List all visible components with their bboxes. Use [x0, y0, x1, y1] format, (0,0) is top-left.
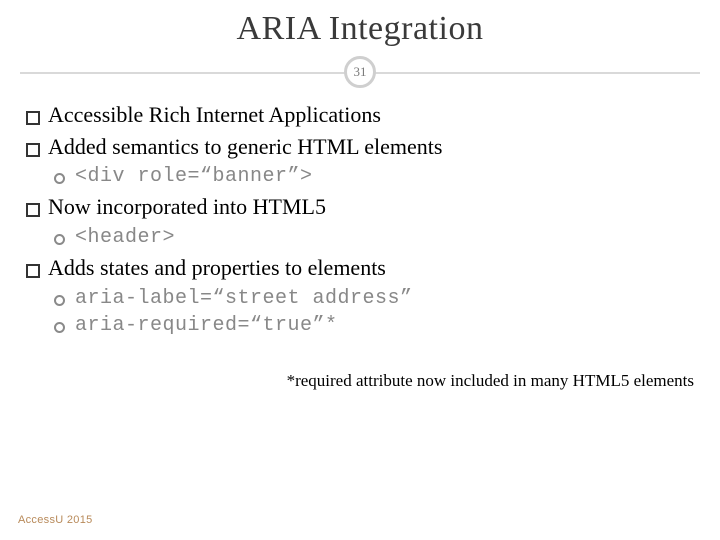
circle-bullet-icon: [54, 234, 65, 245]
title-block: ARIA Integration: [0, 0, 720, 48]
divider: 31: [0, 54, 720, 94]
footnote: *required attribute now included in many…: [0, 341, 720, 391]
slide-title: ARIA Integration: [40, 10, 680, 48]
slide-body: Accessible Rich Internet Applications Ad…: [0, 94, 720, 337]
bullet-text: Accessible Rich Internet Applications: [48, 100, 381, 130]
bullet-item: Adds states and properties to elements: [26, 253, 694, 283]
sub-bullet-item: aria-label=“street address”: [54, 287, 694, 310]
bullet-text: Adds states and properties to elements: [48, 253, 386, 283]
square-bullet-icon: [26, 264, 40, 278]
sub-bullet-item: <div role=“banner”>: [54, 165, 694, 188]
bullet-text: Added semantics to generic HTML elements: [48, 132, 442, 162]
code-sample: aria-required=“true”*: [75, 314, 338, 337]
bullet-text: Now incorporated into HTML5: [48, 192, 326, 222]
square-bullet-icon: [26, 111, 40, 125]
circle-bullet-icon: [54, 322, 65, 333]
sub-bullet-item: aria-required=“true”*: [54, 314, 694, 337]
square-bullet-icon: [26, 143, 40, 157]
sub-bullet-item: <header>: [54, 226, 694, 249]
square-bullet-icon: [26, 203, 40, 217]
page-number-badge: 31: [344, 56, 376, 88]
page-number: 31: [354, 64, 367, 80]
code-sample: aria-label=“street address”: [75, 287, 413, 310]
code-sample: <header>: [75, 226, 175, 249]
slide: ARIA Integration 31 Accessible Rich Inte…: [0, 0, 720, 540]
bullet-item: Accessible Rich Internet Applications: [26, 100, 694, 130]
code-sample: <div role=“banner”>: [75, 165, 313, 188]
footer-text: AccessU 2015: [18, 514, 93, 526]
bullet-item: Now incorporated into HTML5: [26, 192, 694, 222]
circle-bullet-icon: [54, 173, 65, 184]
bullet-item: Added semantics to generic HTML elements: [26, 132, 694, 162]
circle-bullet-icon: [54, 295, 65, 306]
